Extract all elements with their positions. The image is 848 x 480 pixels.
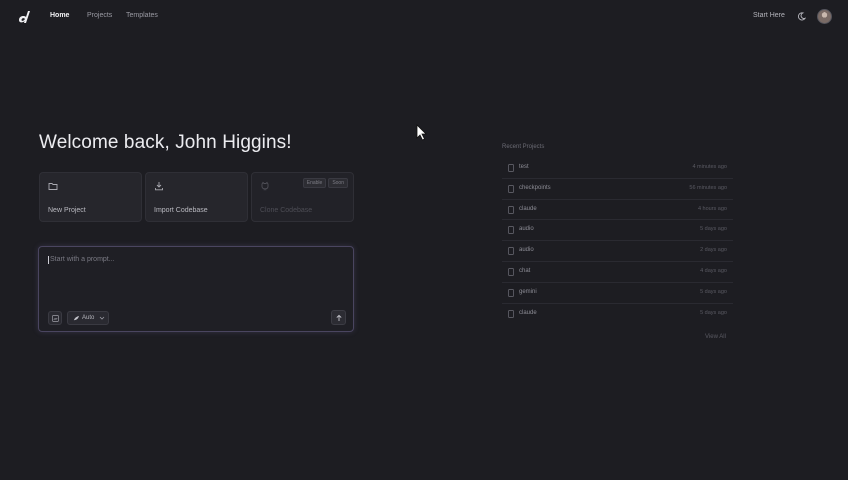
project-name: chat	[519, 267, 531, 274]
project-row[interactable]: test 4 minutes ago	[502, 158, 733, 179]
project-name: checkpoints	[519, 184, 551, 191]
folder-icon	[48, 183, 58, 190]
model-selector[interactable]: Auto	[67, 311, 109, 325]
enable-badge[interactable]: Enable	[302, 178, 327, 188]
project-time: 56 minutes ago	[689, 184, 727, 191]
model-label: Auto	[82, 315, 95, 321]
project-row[interactable]: claude 5 days ago	[502, 304, 733, 325]
project-time: 4 minutes ago	[692, 164, 727, 170]
project-row[interactable]: audio 2 days ago	[502, 241, 733, 262]
project-time: 5 days ago	[700, 226, 727, 233]
clone-codebase-card: Enable Soon Clone Codebase	[251, 172, 354, 222]
project-row[interactable]: gemini 5 days ago	[502, 283, 733, 304]
chevron-down-icon	[99, 316, 105, 320]
import-codebase-label: Import Codebase	[154, 207, 208, 214]
text-caret	[48, 256, 49, 264]
project-time: 4 days ago	[700, 267, 727, 274]
project-row[interactable]: chat 4 days ago	[502, 262, 733, 283]
file-icon	[508, 247, 514, 256]
file-icon	[508, 205, 514, 214]
welcome-title: Welcome back, John Higgins!	[39, 132, 292, 153]
view-all-link[interactable]: View All	[705, 334, 726, 340]
project-name: claude	[519, 205, 537, 212]
project-name: gemini	[519, 288, 537, 295]
project-name: audio	[519, 226, 534, 233]
soon-badge: Soon	[328, 178, 348, 188]
project-time: 5 days ago	[700, 309, 727, 316]
file-icon	[508, 226, 514, 235]
project-row[interactable]: audio 5 days ago	[502, 220, 733, 242]
recent-projects-title: Recent Projects	[502, 144, 545, 150]
project-name: audio	[519, 247, 534, 254]
new-project-card[interactable]: New Project	[39, 172, 142, 222]
project-time: 4 hours ago	[697, 205, 727, 212]
download-icon	[155, 182, 163, 191]
project-time: 5 days ago	[700, 288, 727, 295]
file-icon	[508, 268, 514, 276]
start-here-link[interactable]: Start Here	[753, 12, 785, 19]
arrow-up-icon	[336, 314, 342, 321]
project-name: claude	[519, 309, 537, 316]
prompt-placeholder: Start with a prompt...	[50, 256, 115, 263]
mouse-cursor-icon	[416, 124, 427, 141]
import-codebase-card[interactable]: Import Codebase	[145, 172, 248, 222]
new-project-label: New Project	[48, 207, 86, 214]
nav-projects[interactable]: Projects	[87, 12, 112, 19]
attach-button[interactable]	[48, 311, 62, 325]
recent-projects-list: test 4 minutes ago checkpoints 56 minute…	[502, 158, 733, 324]
send-button[interactable]	[331, 310, 346, 325]
brand-logo-icon[interactable]	[16, 9, 32, 25]
file-icon	[508, 288, 514, 297]
project-name: test	[519, 164, 529, 170]
app-page: Home Projects Templates Start Here Welco…	[0, 0, 848, 480]
nav-home[interactable]: Home	[50, 12, 69, 19]
project-time: 2 days ago	[700, 247, 727, 254]
prompt-input[interactable]: Start with a prompt... Auto	[38, 246, 354, 332]
project-row[interactable]: claude 4 hours ago	[502, 200, 733, 221]
user-avatar[interactable]	[817, 9, 832, 24]
top-nav: Home Projects Templates Start Here	[0, 0, 848, 34]
project-row[interactable]: checkpoints 56 minutes ago	[502, 179, 733, 200]
clone-badges: Enable Soon	[302, 178, 348, 188]
file-icon	[508, 309, 514, 318]
nav-templates[interactable]: Templates	[126, 12, 158, 19]
clone-codebase-label: Clone Codebase	[260, 207, 313, 214]
model-icon	[73, 315, 80, 321]
file-icon	[508, 184, 514, 193]
attach-icon	[52, 315, 59, 322]
file-icon	[508, 164, 514, 172]
moon-icon[interactable]	[797, 12, 806, 21]
github-icon	[261, 181, 269, 191]
